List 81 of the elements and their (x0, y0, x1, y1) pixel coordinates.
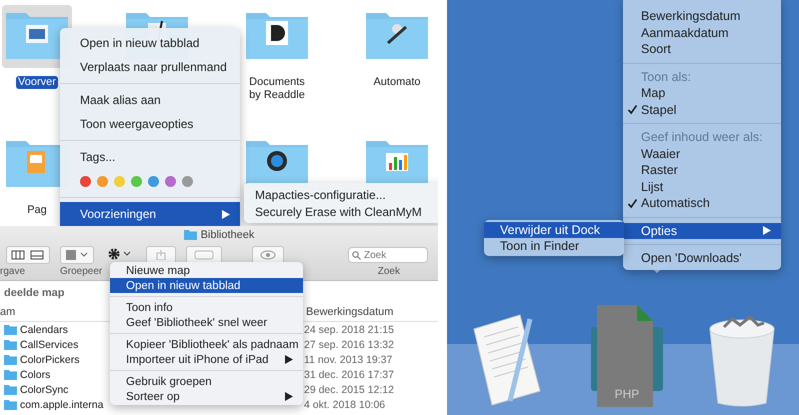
checkmark-icon (627, 198, 638, 209)
trash-icon[interactable] (708, 315, 776, 407)
date-modified: 27 sep. 2016 13:32 (304, 338, 394, 350)
date-modified: 31 dec. 2016 17:37 (304, 368, 394, 380)
caret-icon (222, 210, 230, 218)
date-modified: 4 okt. 2018 10:06 (304, 398, 386, 410)
date-modified: 29 dec. 2015 12:12 (304, 384, 394, 396)
tag-color-dot[interactable] (148, 176, 159, 186)
menu-item[interactable]: Gebruik groepen (110, 374, 303, 389)
menu-item[interactable]: Stapel (623, 102, 781, 118)
toolbar-label: Zoek (378, 266, 400, 279)
checkmark-icon (627, 104, 638, 116)
menu-item[interactable]: Open in nieuw tabblad (60, 31, 240, 55)
menu-item[interactable]: Toon in Finder (484, 238, 624, 254)
caret-icon (285, 355, 293, 364)
view-switcher[interactable] (6, 246, 50, 264)
caret-icon (763, 226, 771, 236)
menu-item[interactable]: Kopieer 'Bibliotheek' als padnaam (110, 337, 303, 352)
group-icon (65, 250, 89, 260)
file-name: com.apple.interna (20, 398, 104, 410)
folder-icon (4, 370, 17, 380)
sidebar-heading: deelde map (4, 287, 65, 299)
file-name: Colors (20, 368, 50, 380)
tag-color-dot[interactable] (114, 176, 125, 186)
folder-label[interactable]: Automato (371, 76, 423, 89)
tag-color-dot[interactable] (97, 176, 108, 186)
date-modified: 11 nov. 2013 19:37 (304, 354, 392, 366)
file-name: ColorPickers (20, 354, 80, 366)
date-modified: 24 sep. 2018 21:15 (304, 324, 394, 336)
folder-label[interactable]: Pag (25, 204, 49, 217)
file-name: Calendars (20, 324, 68, 336)
window-title: Bibliotheek (200, 229, 254, 241)
menu-item[interactable]: Toon weergaveopties (60, 112, 240, 136)
folder-icon (4, 354, 17, 364)
search-icon (352, 251, 361, 260)
view-mode-icon (11, 250, 45, 260)
menu-item[interactable]: Automatisch (623, 195, 781, 212)
menu-item[interactable]: Tags... (60, 145, 240, 169)
search-field[interactable]: Zoek (348, 247, 428, 263)
toolbar-label: rgave (0, 266, 26, 279)
column-header[interactable]: Bewerkingsdatum (306, 306, 394, 318)
menu-item[interactable]: Geef 'Bibliotheek' snel weer (110, 315, 303, 330)
menu-item[interactable]: Securely Erase with CleanMyM (244, 203, 438, 220)
menu-item[interactable]: Bewerkingsdatum (623, 8, 781, 24)
menu-item[interactable]: Aanmaakdatum (623, 24, 781, 41)
menu-section-header: Toon als: (640, 68, 692, 85)
menu-item[interactable]: Open in nieuw tabblad (110, 278, 303, 293)
menu-item[interactable]: Waaier (623, 146, 781, 162)
menu-item[interactable]: Soort (623, 41, 781, 58)
menu-item[interactable]: Opties (623, 222, 781, 239)
action-button[interactable] (108, 248, 132, 262)
menu-item[interactable]: Raster (623, 162, 781, 178)
tag-color-dot[interactable] (80, 176, 91, 186)
folder-icon (4, 400, 17, 410)
menu-item[interactable]: Voorzieningen (60, 202, 240, 226)
menu-item[interactable]: Open 'Downloads' (623, 250, 781, 266)
settings-icon (108, 248, 132, 260)
file-name: CallServices (20, 338, 78, 350)
folder-label[interactable]: Documents by Readdle (240, 76, 314, 102)
menu-item[interactable]: Mapacties-configuratie... (244, 186, 438, 203)
folder-label[interactable]: Voorver (16, 76, 58, 89)
folder-icon (4, 384, 17, 394)
menu-item[interactable]: Sorteer op (110, 389, 303, 404)
caret-icon (285, 392, 293, 401)
group-button[interactable] (60, 246, 94, 264)
folder-icon (4, 340, 17, 350)
folder-icon (184, 230, 197, 240)
menu-item[interactable]: Map (623, 85, 781, 102)
menu-item[interactable]: Verplaats naar prullenmand (60, 55, 240, 79)
menu-section-header: Geef inhoud weer als: (640, 129, 764, 146)
menu-item[interactable]: Importeer uit iPhone of iPad (110, 352, 303, 367)
tag-color-dot[interactable] (165, 176, 176, 186)
menu-item[interactable]: Verwijder uit Dock (484, 222, 624, 238)
tag-color-dot[interactable] (131, 176, 142, 186)
menu-item[interactable]: Toon info (110, 300, 303, 315)
file-name: ColorSync (20, 384, 68, 396)
menu-item[interactable]: Lijst (623, 178, 781, 195)
tag-color-dot[interactable] (182, 176, 193, 186)
folder-icon (4, 324, 17, 334)
menu-item[interactable]: Maak alias aan (60, 88, 240, 112)
menu-item[interactable]: Nieuwe map (110, 263, 303, 278)
